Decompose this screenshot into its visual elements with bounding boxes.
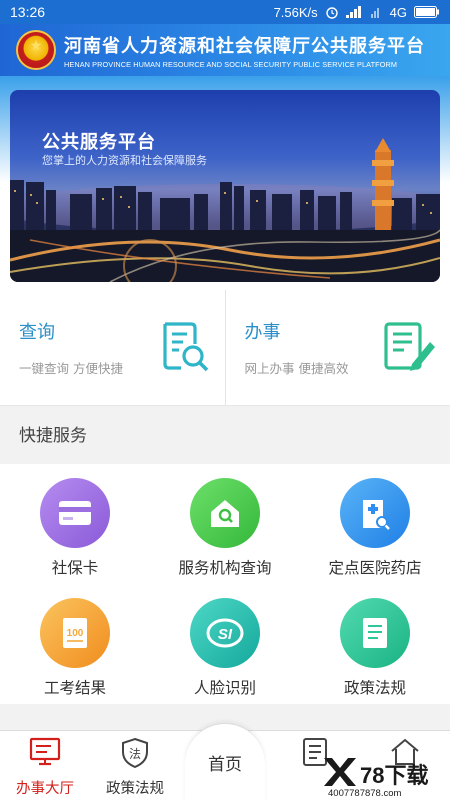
service-exam-result[interactable]: 100 工考结果 [0, 598, 150, 698]
book-icon [340, 598, 410, 668]
exam-result-icon: 100 [40, 598, 110, 668]
edit-document-icon [384, 322, 435, 371]
monitor-icon [29, 737, 61, 766]
affairs-card-title: 办事 [244, 322, 281, 343]
service-label: 服务机构查询 [178, 559, 272, 577]
national-emblem-icon [16, 30, 56, 70]
affairs-card-subtitle: 网上办事 便捷高效 [244, 361, 349, 376]
city-skyline-illustration [10, 138, 440, 282]
house-search-icon [190, 478, 260, 548]
svg-text:SI: SI [218, 626, 233, 643]
header-subtitle: HENAN PROVINCE HUMAN RESOURCE AND SOCIAL… [64, 59, 398, 69]
service-label: 人脸识别 [193, 679, 256, 697]
signal-icon [345, 6, 361, 18]
nav-policy[interactable]: 法 政策法规 [90, 731, 180, 800]
card-icon [40, 478, 110, 548]
quick-services-grid: 社保卡 服务机构查询 定点医院药店 100 工考结果 SI 人脸识别 政策法规 [0, 464, 450, 704]
law-shield-icon: 法 [122, 737, 148, 769]
search-document-icon [162, 322, 208, 372]
signal-icon-secondary [370, 8, 379, 18]
service-social-security-card[interactable]: 社保卡 [0, 478, 150, 578]
service-institution-query[interactable]: 服务机构查询 [150, 478, 300, 578]
nav-label: 办事大厅 [16, 781, 74, 797]
service-designated-hospital[interactable]: 定点医院药店 [300, 478, 450, 578]
affairs-card[interactable]: 办事 网上办事 便捷高效 [224, 290, 450, 405]
main-entry-cards: 查询 一键查询 方便快捷 办事 网上办事 便捷高效 [0, 290, 450, 406]
network-type: 4G [389, 4, 407, 20]
banner-title: 公共服务平台 [42, 132, 156, 153]
service-policy-regulations[interactable]: 政策法规 [300, 598, 450, 698]
watermark: 78下载 4007787878.com [320, 754, 450, 800]
header-title: 河南省人力资源和社会保障厅公共服务平台 [64, 35, 425, 57]
nav-home-label: 首页 [208, 755, 242, 775]
banner-image[interactable]: 公共服务平台 您掌上的人力资源和社会保障服务 [10, 90, 440, 282]
query-card-title: 查询 [19, 322, 55, 343]
svg-text:100: 100 [67, 628, 84, 639]
tower-landmark [372, 138, 394, 240]
nav-service-hall[interactable]: 办事大厅 [0, 731, 90, 800]
x-logo-icon [324, 758, 356, 786]
status-time: 13:26 [10, 4, 46, 20]
quick-services-title: 快捷服务 [0, 408, 450, 464]
nav-home[interactable]: 首页 [185, 723, 265, 800]
hospital-icon [340, 478, 410, 548]
service-face-recognition[interactable]: SI 人脸识别 [150, 598, 300, 698]
network-speed: 7.56K/s [273, 4, 318, 20]
banner-subtitle: 您掌上的人力资源和社会保障服务 [42, 154, 207, 167]
app-header: 河南省人力资源和社会保障厅公共服务平台 HENAN PROVINCE HUMAN… [0, 24, 450, 76]
query-card-subtitle: 一键查询 方便快捷 [19, 361, 123, 376]
status-bar: 13:26 7.56K/s 4G [0, 0, 450, 24]
alarm-icon [325, 7, 338, 19]
banner-area: 公共服务平台 您掌上的人力资源和社会保障服务 [0, 76, 450, 290]
service-label: 政策法规 [343, 679, 406, 697]
service-label: 定点医院药店 [328, 559, 422, 577]
service-label: 工考结果 [43, 679, 106, 697]
svg-text:法: 法 [129, 747, 141, 761]
battery-icon [414, 6, 439, 18]
si-logo-icon: SI [190, 598, 260, 668]
nav-label: 政策法规 [106, 781, 164, 797]
watermark-text: 78下载 [360, 763, 429, 788]
query-card[interactable]: 查询 一键查询 方便快捷 [0, 290, 225, 405]
service-label: 社保卡 [51, 559, 99, 577]
watermark-url: 4007787878.com [328, 788, 402, 799]
